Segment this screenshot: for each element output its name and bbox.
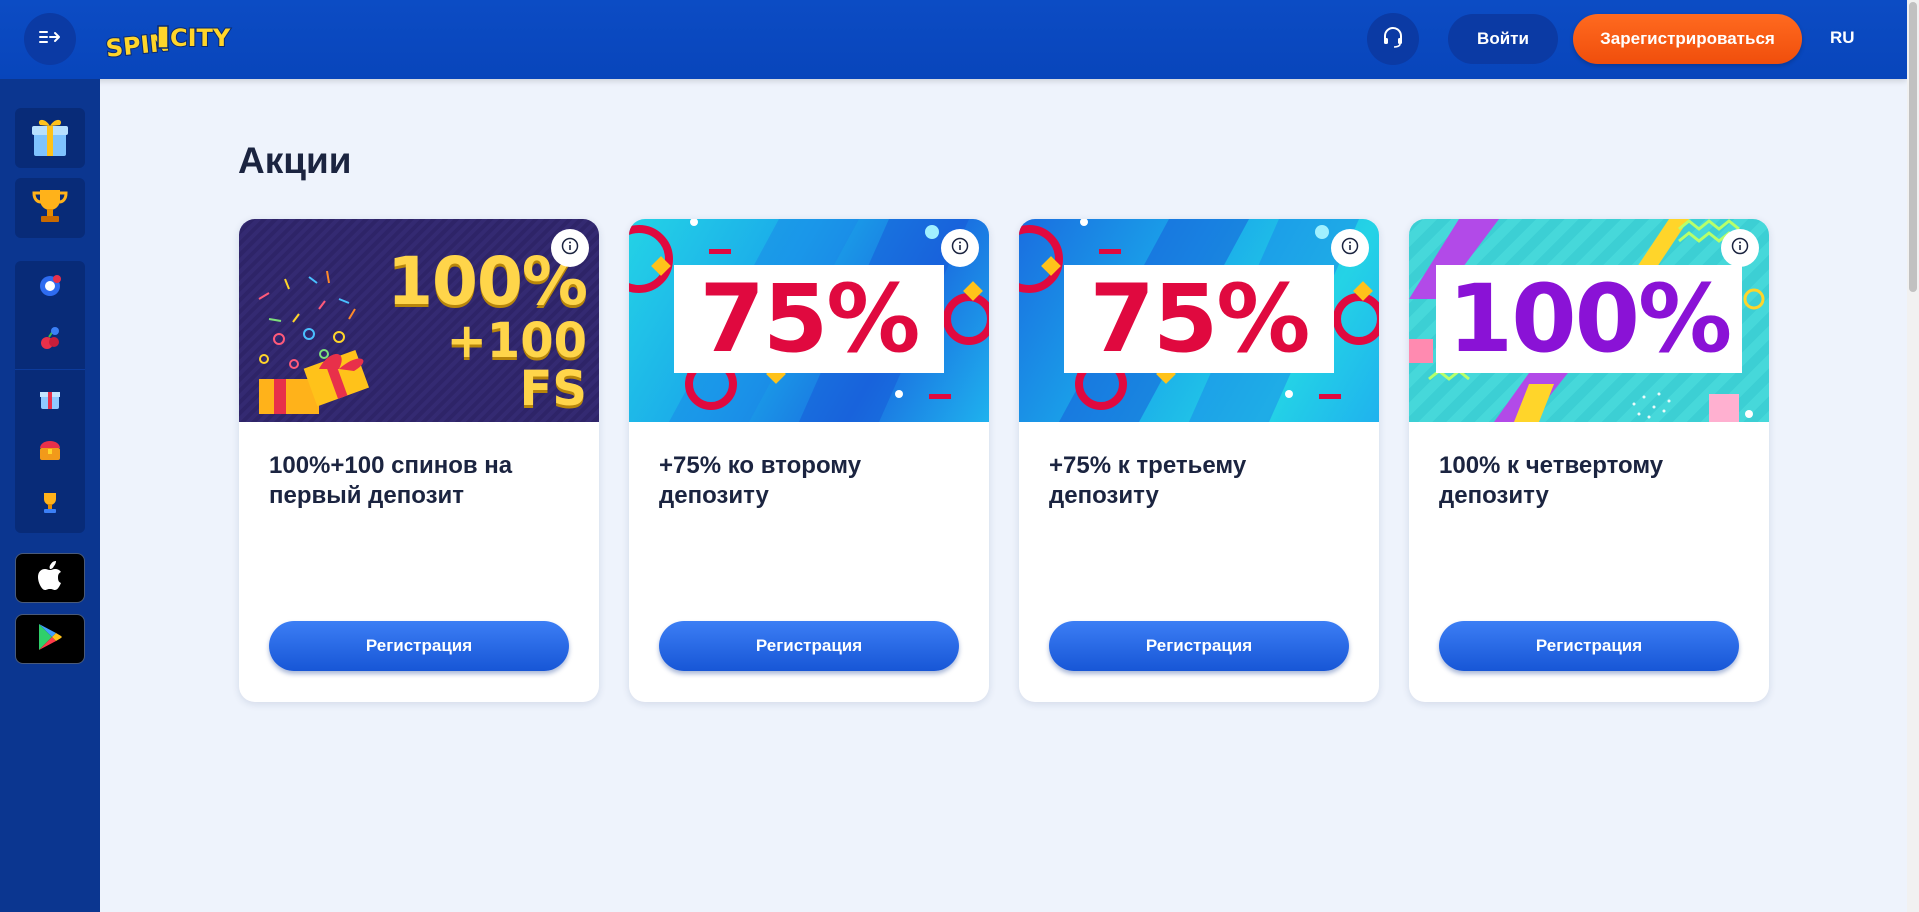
login-button[interactable]: Войти <box>1448 14 1558 64</box>
promo-card-2[interactable]: 75% +75% ко второму депозиту Регистрация <box>629 219 989 702</box>
info-icon <box>1731 237 1749 260</box>
page-title: Акции <box>238 140 352 181</box>
sidebar-divider <box>15 369 85 370</box>
sidebar-item-slots[interactable] <box>37 325 63 356</box>
left-sidebar <box>0 79 100 912</box>
google-play-button[interactable] <box>15 614 85 664</box>
banner-3-box: 75% <box>1064 264 1334 374</box>
sidebar-games-group <box>15 261 85 533</box>
promo-card-4[interactable]: 100% 100% к четвертому депозиту Регистра… <box>1409 219 1769 702</box>
banner-4-percent: 100% <box>1447 264 1732 374</box>
sidebar-item-promotions[interactable] <box>15 108 85 168</box>
promo-card-3[interactable]: 75% +75% к третьему депозиту Регистрация <box>1019 219 1379 702</box>
language-selector[interactable]: RU <box>1830 28 1855 48</box>
gift-box-icon <box>29 114 71 163</box>
dice-icon <box>37 273 63 304</box>
info-icon <box>561 237 579 260</box>
sidebar-item-cup[interactable] <box>37 491 63 517</box>
promo-banner-1[interactable]: 100% +100 FS <box>239 219 599 422</box>
app-store-button[interactable] <box>15 553 85 603</box>
svg-text:CITY: CITY <box>170 24 231 52</box>
sidebar-item-bonus[interactable] <box>37 387 63 413</box>
banner-3-percent: 75% <box>1089 264 1311 374</box>
gift-icon <box>37 385 63 416</box>
card-register-button[interactable]: Регистрация <box>1049 621 1349 671</box>
google-play-icon <box>37 623 63 656</box>
menu-toggle-button[interactable] <box>24 13 76 65</box>
card-register-button[interactable]: Регистрация <box>1439 621 1739 671</box>
promo-title: +75% к третьему депозиту <box>1049 452 1247 509</box>
treasure-chest-icon <box>37 437 63 468</box>
info-button[interactable] <box>551 229 589 267</box>
promo-title: +75% ко второму депозиту <box>659 452 862 509</box>
info-button[interactable] <box>941 229 979 267</box>
scrollbar-thumb[interactable] <box>1909 2 1917 292</box>
register-button[interactable]: Зарегистрироваться <box>1573 14 1802 64</box>
apple-icon <box>37 560 63 596</box>
sidebar-item-chest[interactable] <box>37 439 63 465</box>
page-scrollbar[interactable] <box>1907 0 1919 912</box>
banner-2-percent: 75% <box>699 264 921 374</box>
sidebar-item-tournaments[interactable] <box>15 178 85 238</box>
menu-arrow-icon <box>39 29 61 50</box>
banner-2-box: 75% <box>674 264 944 374</box>
card-register-button[interactable]: Регистрация <box>659 621 959 671</box>
info-button[interactable] <box>1721 229 1759 267</box>
support-button[interactable] <box>1367 13 1419 65</box>
sidebar-item-live[interactable] <box>37 273 63 304</box>
promo-title: 100%+100 спинов на первый депозит <box>269 452 513 509</box>
promo-title: 100% к четвертому депозиту <box>1439 452 1664 509</box>
top-header: SPIN CITY Войти Зарегистрироваться RU <box>0 0 1907 79</box>
headset-icon <box>1381 25 1405 54</box>
promo-banner-4[interactable]: 100% <box>1409 219 1769 422</box>
info-button[interactable] <box>1331 229 1369 267</box>
info-icon <box>1341 237 1359 260</box>
promo-card-1[interactable]: 100% +100 FS 100%+100 спинов на первый д… <box>239 219 599 702</box>
banner-1-line2: +100 FS <box>446 313 587 417</box>
promo-banner-2[interactable]: 75% <box>629 219 989 422</box>
trophy-icon <box>29 185 71 232</box>
cup-icon <box>37 489 63 520</box>
card-register-button[interactable]: Регистрация <box>269 621 569 671</box>
banner-4-box: 100% <box>1436 264 1742 374</box>
fruit-slot-icon <box>37 325 63 356</box>
promo-banner-3[interactable]: 75% <box>1019 219 1379 422</box>
info-icon <box>951 237 969 260</box>
spincity-logo[interactable]: SPIN CITY <box>103 14 238 66</box>
